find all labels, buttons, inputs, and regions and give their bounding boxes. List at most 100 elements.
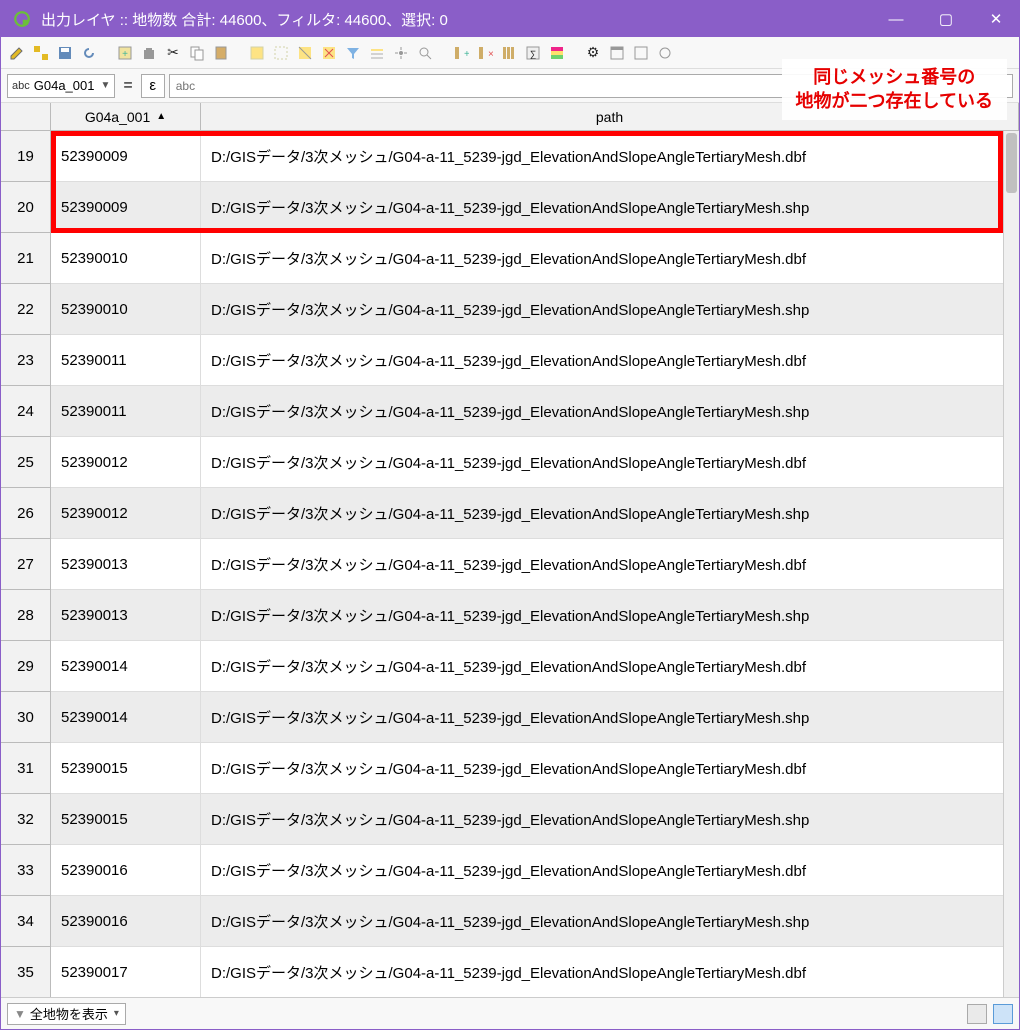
table-row[interactable]: 2452390011D:/GISデータ/3次メッシュ/G04-a-11_5239… <box>1 386 1019 437</box>
calc-field-icon[interactable]: ∑ <box>523 43 543 63</box>
code-cell[interactable]: 52390017 <box>51 947 201 997</box>
row-number-cell[interactable]: 31 <box>1 743 51 794</box>
row-number-cell[interactable]: 21 <box>1 233 51 284</box>
copy-icon[interactable] <box>187 43 207 63</box>
close-button[interactable]: ✕ <box>985 8 1007 30</box>
maximize-button[interactable]: ▢ <box>935 8 957 30</box>
select-all-icon[interactable] <box>271 43 291 63</box>
grid-body[interactable]: 1952390009D:/GISデータ/3次メッシュ/G04-a-11_5239… <box>1 131 1019 997</box>
code-cell[interactable]: 52390009 <box>51 182 201 233</box>
save-icon[interactable] <box>55 43 75 63</box>
conditional-format-icon[interactable] <box>547 43 567 63</box>
code-cell[interactable]: 52390015 <box>51 743 201 794</box>
code-cell[interactable]: 52390012 <box>51 437 201 488</box>
chevron-down-icon[interactable]: ▼ <box>98 80 110 91</box>
zoom-icon[interactable] <box>415 43 435 63</box>
row-number-cell[interactable]: 32 <box>1 794 51 845</box>
code-cell[interactable]: 52390013 <box>51 590 201 641</box>
dock-icon[interactable] <box>607 43 627 63</box>
code-cell[interactable]: 52390016 <box>51 845 201 896</box>
row-number-cell[interactable]: 35 <box>1 947 51 997</box>
row-number-cell[interactable]: 25 <box>1 437 51 488</box>
form-view-button[interactable] <box>993 1004 1013 1024</box>
organize-columns-icon[interactable] <box>499 43 519 63</box>
code-cell[interactable]: 52390011 <box>51 386 201 437</box>
row-number-cell[interactable]: 33 <box>1 845 51 896</box>
vertical-scrollbar[interactable] <box>1003 131 1019 997</box>
delete-feature-icon[interactable] <box>139 43 159 63</box>
paste-icon[interactable] <box>211 43 231 63</box>
code-cell[interactable]: 52390010 <box>51 233 201 284</box>
table-row[interactable]: 2052390009D:/GISデータ/3次メッシュ/G04-a-11_5239… <box>1 182 1019 233</box>
row-number-cell[interactable]: 27 <box>1 539 51 590</box>
path-cell[interactable]: D:/GISデータ/3次メッシュ/G04-a-11_5239-jgd_Eleva… <box>201 794 1019 845</box>
path-cell[interactable]: D:/GISデータ/3次メッシュ/G04-a-11_5239-jgd_Eleva… <box>201 947 1019 997</box>
table-row[interactable]: 2752390013D:/GISデータ/3次メッシュ/G04-a-11_5239… <box>1 539 1019 590</box>
scrollbar-thumb[interactable] <box>1006 133 1017 193</box>
row-number-cell[interactable]: 20 <box>1 182 51 233</box>
column-header-code[interactable]: G04a_001 ▲ <box>51 103 201 130</box>
code-cell[interactable]: 52390013 <box>51 539 201 590</box>
row-number-cell[interactable]: 29 <box>1 641 51 692</box>
field-select-combo[interactable]: abc G04a_001 ▼ <box>7 74 115 98</box>
path-cell[interactable]: D:/GISデータ/3次メッシュ/G04-a-11_5239-jgd_Eleva… <box>201 233 1019 284</box>
filter-icon[interactable] <box>343 43 363 63</box>
table-row[interactable]: 2152390010D:/GISデータ/3次メッシュ/G04-a-11_5239… <box>1 233 1019 284</box>
table-row[interactable]: 2352390011D:/GISデータ/3次メッシュ/G04-a-11_5239… <box>1 335 1019 386</box>
table-row[interactable]: 2252390010D:/GISデータ/3次メッシュ/G04-a-11_5239… <box>1 284 1019 335</box>
table-row[interactable]: 1952390009D:/GISデータ/3次メッシュ/G04-a-11_5239… <box>1 131 1019 182</box>
table-row[interactable]: 3052390014D:/GISデータ/3次メッシュ/G04-a-11_5239… <box>1 692 1019 743</box>
code-cell[interactable]: 52390014 <box>51 641 201 692</box>
path-cell[interactable]: D:/GISデータ/3次メッシュ/G04-a-11_5239-jgd_Eleva… <box>201 182 1019 233</box>
zoom-full-icon[interactable] <box>655 43 675 63</box>
row-number-cell[interactable]: 28 <box>1 590 51 641</box>
row-number-cell[interactable]: 23 <box>1 335 51 386</box>
code-cell[interactable]: 52390015 <box>51 794 201 845</box>
reload-icon[interactable] <box>79 43 99 63</box>
cut-icon[interactable]: ✂ <box>163 43 183 63</box>
select-expr-icon[interactable] <box>247 43 267 63</box>
path-cell[interactable]: D:/GISデータ/3次メッシュ/G04-a-11_5239-jgd_Eleva… <box>201 437 1019 488</box>
move-top-icon[interactable] <box>367 43 387 63</box>
path-cell[interactable]: D:/GISデータ/3次メッシュ/G04-a-11_5239-jgd_Eleva… <box>201 488 1019 539</box>
chevron-down-icon[interactable]: ▾ <box>112 1008 119 1019</box>
table-row[interactable]: 2652390012D:/GISデータ/3次メッシュ/G04-a-11_5239… <box>1 488 1019 539</box>
path-cell[interactable]: D:/GISデータ/3次メッシュ/G04-a-11_5239-jgd_Eleva… <box>201 539 1019 590</box>
delete-column-icon[interactable]: × <box>475 43 495 63</box>
code-cell[interactable]: 52390009 <box>51 131 201 182</box>
new-column-icon[interactable]: + <box>451 43 471 63</box>
row-number-cell[interactable]: 26 <box>1 488 51 539</box>
path-cell[interactable]: D:/GISデータ/3次メッシュ/G04-a-11_5239-jgd_Eleva… <box>201 284 1019 335</box>
code-cell[interactable]: 52390011 <box>51 335 201 386</box>
actions-icon[interactable]: ⚙ <box>583 43 603 63</box>
path-cell[interactable]: D:/GISデータ/3次メッシュ/G04-a-11_5239-jgd_Eleva… <box>201 896 1019 947</box>
table-row[interactable]: 3152390015D:/GISデータ/3次メッシュ/G04-a-11_5239… <box>1 743 1019 794</box>
row-number-cell[interactable]: 34 <box>1 896 51 947</box>
code-cell[interactable]: 52390014 <box>51 692 201 743</box>
row-number-cell[interactable]: 22 <box>1 284 51 335</box>
table-view-button[interactable] <box>967 1004 987 1024</box>
path-cell[interactable]: D:/GISデータ/3次メッシュ/G04-a-11_5239-jgd_Eleva… <box>201 743 1019 794</box>
row-number-cell[interactable]: 24 <box>1 386 51 437</box>
table-row[interactable]: 3552390017D:/GISデータ/3次メッシュ/G04-a-11_5239… <box>1 947 1019 997</box>
code-cell[interactable]: 52390010 <box>51 284 201 335</box>
path-cell[interactable]: D:/GISデータ/3次メッシュ/G04-a-11_5239-jgd_Eleva… <box>201 131 1019 182</box>
multiedit-icon[interactable] <box>31 43 51 63</box>
show-features-combo[interactable]: ▼ 全地物を表示 ▾ <box>7 1003 126 1025</box>
path-cell[interactable]: D:/GISデータ/3次メッシュ/G04-a-11_5239-jgd_Eleva… <box>201 845 1019 896</box>
expression-builder-button[interactable]: ε <box>141 74 165 98</box>
code-cell[interactable]: 52390016 <box>51 896 201 947</box>
minimize-button[interactable]: — <box>885 8 907 30</box>
table-row[interactable]: 3252390015D:/GISデータ/3次メッシュ/G04-a-11_5239… <box>1 794 1019 845</box>
invert-select-icon[interactable] <box>295 43 315 63</box>
deselect-icon[interactable] <box>319 43 339 63</box>
path-cell[interactable]: D:/GISデータ/3次メッシュ/G04-a-11_5239-jgd_Eleva… <box>201 641 1019 692</box>
row-number-cell[interactable]: 19 <box>1 131 51 182</box>
code-cell[interactable]: 52390012 <box>51 488 201 539</box>
path-cell[interactable]: D:/GISデータ/3次メッシュ/G04-a-11_5239-jgd_Eleva… <box>201 590 1019 641</box>
table-row[interactable]: 3352390016D:/GISデータ/3次メッシュ/G04-a-11_5239… <box>1 845 1019 896</box>
add-feature-icon[interactable]: + <box>115 43 135 63</box>
table-row[interactable]: 2552390012D:/GISデータ/3次メッシュ/G04-a-11_5239… <box>1 437 1019 488</box>
layout-icon[interactable] <box>631 43 651 63</box>
table-row[interactable]: 2852390013D:/GISデータ/3次メッシュ/G04-a-11_5239… <box>1 590 1019 641</box>
